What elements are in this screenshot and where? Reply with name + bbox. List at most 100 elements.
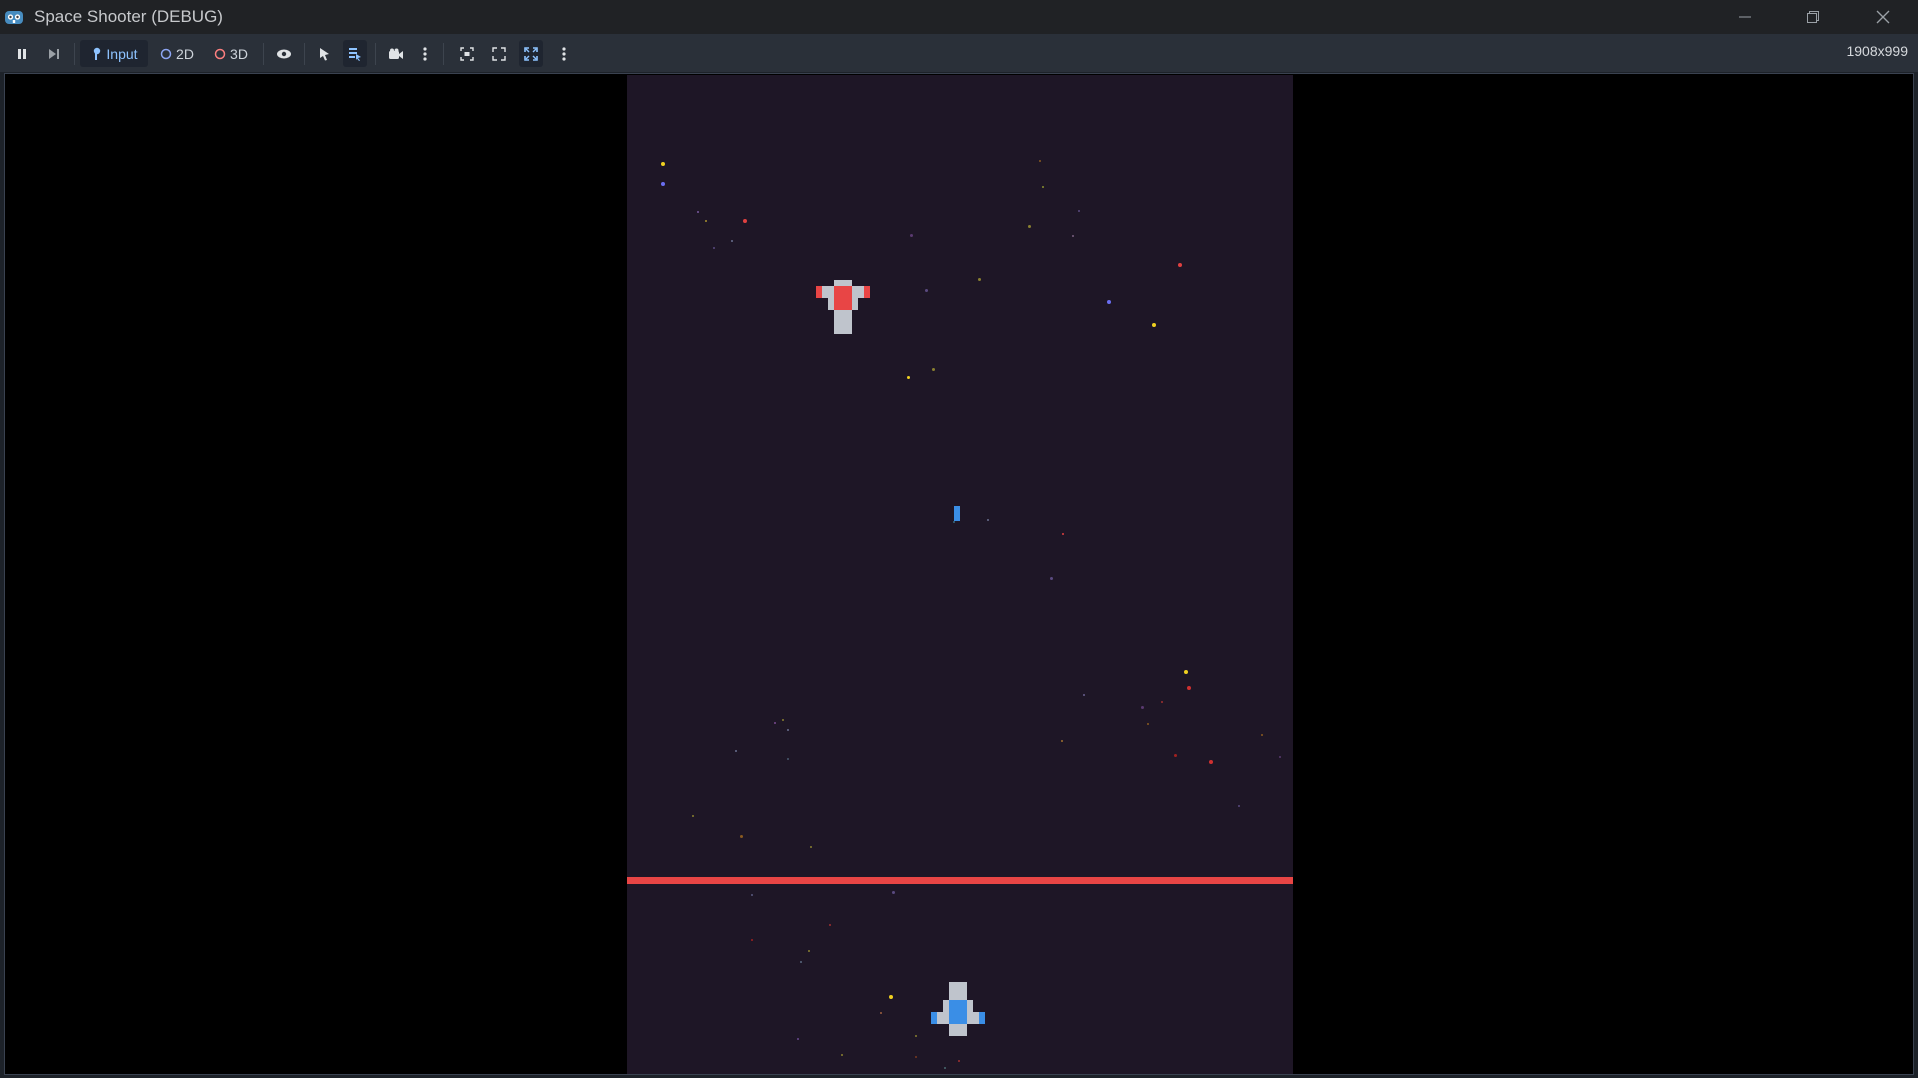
star <box>953 521 955 523</box>
star <box>889 995 893 999</box>
resolution-label: 1908x999 <box>1846 43 1908 59</box>
close-button[interactable] <box>1848 0 1918 34</box>
star <box>1174 754 1177 757</box>
cursor-arrow-icon <box>320 47 329 60</box>
star <box>1107 300 1111 304</box>
minimize-button[interactable] <box>1710 0 1780 34</box>
star <box>1078 210 1080 212</box>
star <box>1028 225 1031 228</box>
mode-3d-button[interactable]: 3D <box>209 40 253 67</box>
star <box>932 368 935 371</box>
restore-icon <box>1807 11 1819 23</box>
star <box>1072 235 1074 237</box>
star <box>987 519 989 521</box>
star <box>743 219 747 223</box>
star <box>731 240 733 242</box>
star <box>915 1035 917 1037</box>
star <box>1209 760 1213 764</box>
star <box>892 891 895 894</box>
star <box>1161 701 1163 703</box>
game-canvas[interactable] <box>627 75 1293 1074</box>
node-3d-icon <box>214 48 226 59</box>
star <box>735 750 737 752</box>
restore-button[interactable] <box>1778 0 1848 34</box>
star <box>915 1056 917 1058</box>
star <box>797 1038 799 1040</box>
mode-3d-label: 3D <box>230 45 248 62</box>
star <box>774 722 776 724</box>
star <box>1184 670 1188 674</box>
star <box>1187 686 1191 690</box>
star <box>1039 160 1041 162</box>
star <box>1062 533 1064 535</box>
star <box>944 1067 946 1069</box>
laser-line <box>627 877 1293 884</box>
focus-frame-icon <box>460 46 474 61</box>
joystick-icon <box>94 47 101 60</box>
window-title: Space Shooter (DEBUG) <box>34 7 223 26</box>
list-select-button[interactable] <box>343 40 367 67</box>
minimize-icon <box>1739 16 1751 18</box>
fullscreen-button[interactable] <box>487 40 511 67</box>
star <box>1152 323 1156 327</box>
star <box>697 211 699 213</box>
select-tool-button[interactable] <box>312 40 336 67</box>
star <box>661 162 665 166</box>
pause-button[interactable] <box>10 40 34 67</box>
kebab-menu-icon <box>423 46 427 61</box>
close-icon <box>1876 10 1890 24</box>
star <box>800 961 802 963</box>
list-select-icon <box>349 47 361 61</box>
star <box>1279 756 1281 758</box>
star <box>1083 694 1085 696</box>
star <box>910 234 913 237</box>
view-options-button[interactable] <box>554 40 574 67</box>
star <box>1141 706 1144 709</box>
mode-2d-button[interactable]: 2D <box>155 40 199 67</box>
next-frame-icon <box>49 48 59 59</box>
next-frame-button[interactable] <box>42 40 66 67</box>
star <box>787 729 789 731</box>
keep-aspect-button[interactable] <box>519 40 543 67</box>
star <box>880 1012 882 1014</box>
kebab-menu-icon <box>562 46 566 61</box>
star <box>692 815 694 817</box>
pause-icon <box>18 48 26 59</box>
star <box>978 278 981 281</box>
star <box>705 220 707 222</box>
star <box>907 376 910 379</box>
star <box>958 1060 960 1062</box>
camera-icon <box>389 48 403 59</box>
camera-button[interactable] <box>384 40 408 67</box>
expand-icon <box>492 46 506 61</box>
star <box>787 758 789 760</box>
star <box>782 719 784 721</box>
reset-camera-button[interactable] <box>455 40 479 67</box>
visibility-button[interactable] <box>272 40 296 67</box>
star <box>1261 734 1263 736</box>
star <box>1147 723 1149 725</box>
star <box>1061 740 1063 742</box>
expand-arrows-icon <box>524 46 538 61</box>
player-bullet <box>954 506 960 521</box>
mode-2d-label: 2D <box>176 45 194 62</box>
star <box>829 924 831 926</box>
debug-toolbar: Input 2D 3D <box>0 34 1918 72</box>
star <box>751 894 753 896</box>
node-2d-icon <box>160 48 172 59</box>
star <box>841 1054 843 1056</box>
star <box>661 182 665 186</box>
input-label: Input <box>106 45 138 62</box>
star <box>1238 805 1240 807</box>
star <box>751 939 753 941</box>
player-ship <box>931 982 985 1036</box>
star <box>1042 186 1044 188</box>
star <box>1178 263 1182 267</box>
eye-icon <box>277 49 291 58</box>
godot-logo-icon <box>4 8 24 26</box>
star <box>810 846 812 848</box>
star <box>925 289 928 292</box>
camera-options-button[interactable] <box>415 40 435 67</box>
input-toggle-button[interactable]: Input <box>80 40 148 67</box>
title-bar: Space Shooter (DEBUG) <box>0 0 1918 34</box>
